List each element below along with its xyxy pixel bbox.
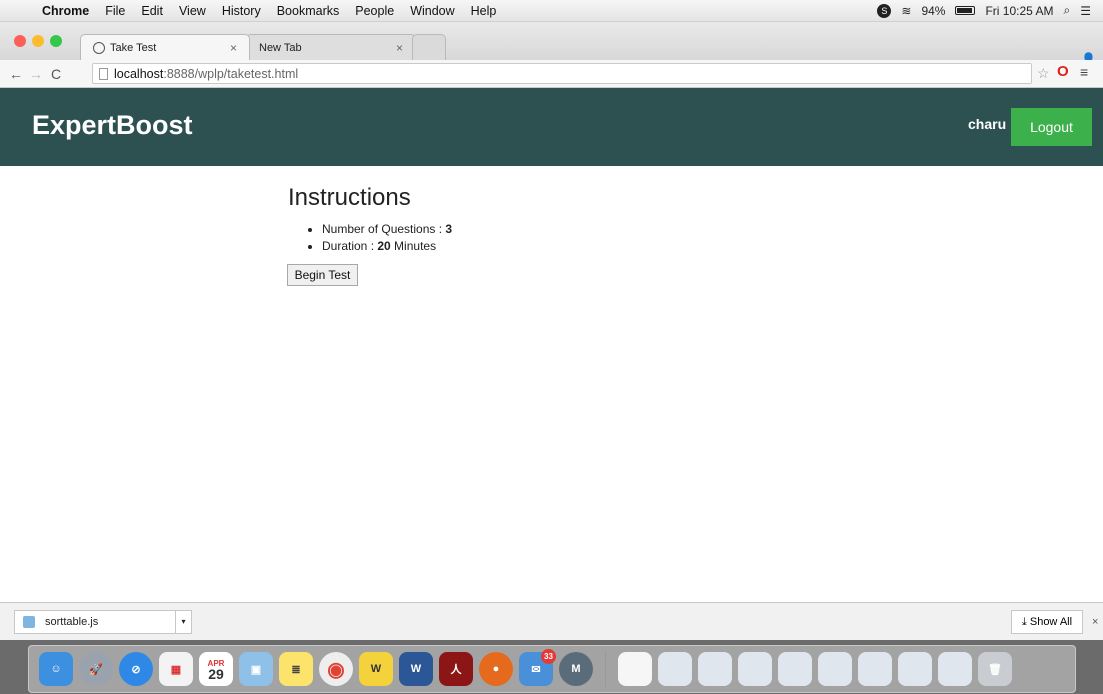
clock[interactable]: Fri 10:25 AM [985, 4, 1053, 18]
browser-tab-bar: Take Test × New Tab × 👤 [0, 22, 1103, 66]
battery-icon[interactable] [955, 6, 976, 15]
minimized-window-icon[interactable] [738, 652, 772, 686]
minimize-window-icon[interactable] [32, 35, 44, 47]
close-window-icon[interactable] [14, 35, 26, 47]
menu-people[interactable]: People [347, 4, 402, 18]
zoom-window-icon[interactable] [50, 35, 62, 47]
spotlight-icon[interactable]: ⌕ [1064, 3, 1071, 18]
minimized-window-icon[interactable] [698, 652, 732, 686]
menu-edit[interactable]: Edit [133, 4, 171, 18]
download-options-chevron-icon[interactable]: ▾ [175, 611, 191, 633]
download-arrow-icon: ⤓ [1021, 615, 1027, 628]
tab-take-test[interactable]: Take Test × [80, 34, 250, 60]
app-grid-icon[interactable]: ▦ [159, 652, 193, 686]
skype-status-icon[interactable]: S [877, 3, 892, 18]
word-icon[interactable]: W [399, 652, 433, 686]
download-filename: sorttable.js [45, 616, 99, 628]
site-header: ExpertBoost charu Logout [0, 88, 1103, 166]
tab-new-tab[interactable]: New Tab × [246, 34, 416, 60]
url-path: :8888/wplp/taketest.html [163, 66, 299, 81]
chrome-menu-icon[interactable]: ≡ [1080, 64, 1088, 80]
safari-icon[interactable]: ⊘ [119, 652, 153, 686]
duration-value: 20 [377, 239, 391, 253]
instructions-heading: Instructions [288, 184, 411, 211]
mail-icon[interactable]: ✉ 33 [519, 649, 556, 686]
downloads-shelf: sorttable.js ▾ ⤓ Show All × [0, 602, 1103, 640]
menu-bookmarks[interactable]: Bookmarks [269, 4, 348, 18]
minimized-window-icon[interactable] [858, 652, 892, 686]
document-icon[interactable] [618, 652, 652, 686]
status-area: S ≋ 94% Fri 10:25 AM ⌕ ☰ [877, 3, 1103, 18]
instructions-list: Number of Questions : 3 Duration : 20 Mi… [288, 221, 452, 255]
list-item: Duration : 20 Minutes [322, 238, 452, 255]
begin-test-button[interactable]: Begin Test [287, 264, 358, 286]
preview-icon[interactable]: ▣ [239, 652, 273, 686]
wifi-icon[interactable]: ≋ [901, 4, 911, 18]
address-bar[interactable]: localhost :8888/wplp/taketest.html [92, 63, 1032, 84]
close-shelf-icon[interactable]: × [1092, 616, 1098, 628]
download-item[interactable]: sorttable.js ▾ [14, 610, 192, 634]
mail-badge: 33 [541, 649, 556, 664]
launchpad-icon[interactable]: 🚀 [79, 652, 113, 686]
dock: ☺ 🚀 ⊘ ▦ APR 29 ▣ ≣ ◉ W W 人 ● ✉ 33 M 🗑 [28, 645, 1076, 693]
acrobat-icon[interactable]: 人 [439, 652, 473, 686]
macos-menu-bar: Chrome File Edit View History Bookmarks … [0, 0, 1103, 22]
duration-unit: Minutes [390, 239, 437, 253]
logout-button[interactable]: Logout [1011, 108, 1092, 146]
tab-label: New Tab [259, 41, 302, 54]
file-icon [23, 616, 35, 628]
menu-view[interactable]: View [171, 4, 214, 18]
close-tab-icon[interactable]: × [396, 41, 403, 55]
new-tab-button[interactable] [412, 34, 446, 60]
calendar-icon[interactable]: APR 29 [199, 652, 233, 686]
menu-file[interactable]: File [97, 4, 133, 18]
desktop-background: ☺ 🚀 ⊘ ▦ APR 29 ▣ ≣ ◉ W W 人 ● ✉ 33 M 🗑 [0, 640, 1103, 694]
dock-separator [605, 651, 606, 687]
battery-percent[interactable]: 94% [921, 4, 945, 18]
eclipse-icon[interactable]: W [359, 652, 393, 686]
tab-label: Take Test [110, 41, 157, 54]
duration-label: Duration : [322, 239, 378, 253]
reload-icon[interactable]: C [46, 66, 66, 82]
opera-extension-icon[interactable]: O [1057, 63, 1069, 80]
minimized-window-icon[interactable] [938, 652, 972, 686]
firefox-icon[interactable]: ● [479, 652, 513, 686]
menu-app-name[interactable]: Chrome [34, 4, 97, 18]
mamp-icon[interactable]: M [559, 652, 593, 686]
close-tab-icon[interactable]: × [230, 41, 237, 55]
bookmark-star-icon[interactable]: ☆ [1037, 65, 1050, 82]
minimized-window-icon[interactable] [778, 652, 812, 686]
minimized-window-icon[interactable] [898, 652, 932, 686]
username: charu [968, 116, 1007, 132]
page-icon [99, 67, 108, 80]
chrome-icon[interactable]: ◉ [319, 652, 353, 686]
menu-window[interactable]: Window [402, 4, 462, 18]
list-item: Number of Questions : 3 [322, 221, 452, 238]
url-host: localhost [114, 66, 164, 81]
questions-label: Number of Questions : [322, 222, 446, 236]
forward-arrow-icon[interactable]: → [26, 66, 46, 82]
notes-icon[interactable]: ≣ [279, 652, 313, 686]
calendar-day: 29 [208, 666, 224, 682]
finder-icon[interactable]: ☺ [39, 652, 73, 686]
notification-center-icon[interactable]: ☰ [1080, 4, 1091, 18]
menu-help[interactable]: Help [463, 4, 505, 18]
minimized-window-icon[interactable] [818, 652, 852, 686]
window-controls [14, 35, 62, 47]
minimized-window-icon[interactable] [658, 652, 692, 686]
show-all-label: Show All [1029, 615, 1073, 628]
questions-count: 3 [445, 222, 453, 236]
instructions-panel: Instructions Number of Questions : 3 Dur… [287, 184, 452, 286]
menu-history[interactable]: History [214, 4, 269, 18]
browser-toolbar: ← → C localhost :8888/wplp/taketest.html… [0, 60, 1103, 88]
back-arrow-icon[interactable]: ← [6, 66, 26, 82]
tab-favicon-icon [93, 41, 105, 54]
show-all-downloads-button[interactable]: ⤓ Show All [1011, 610, 1083, 634]
trash-icon[interactable]: 🗑 [978, 652, 1012, 686]
brand-logo[interactable]: ExpertBoost [32, 110, 193, 141]
